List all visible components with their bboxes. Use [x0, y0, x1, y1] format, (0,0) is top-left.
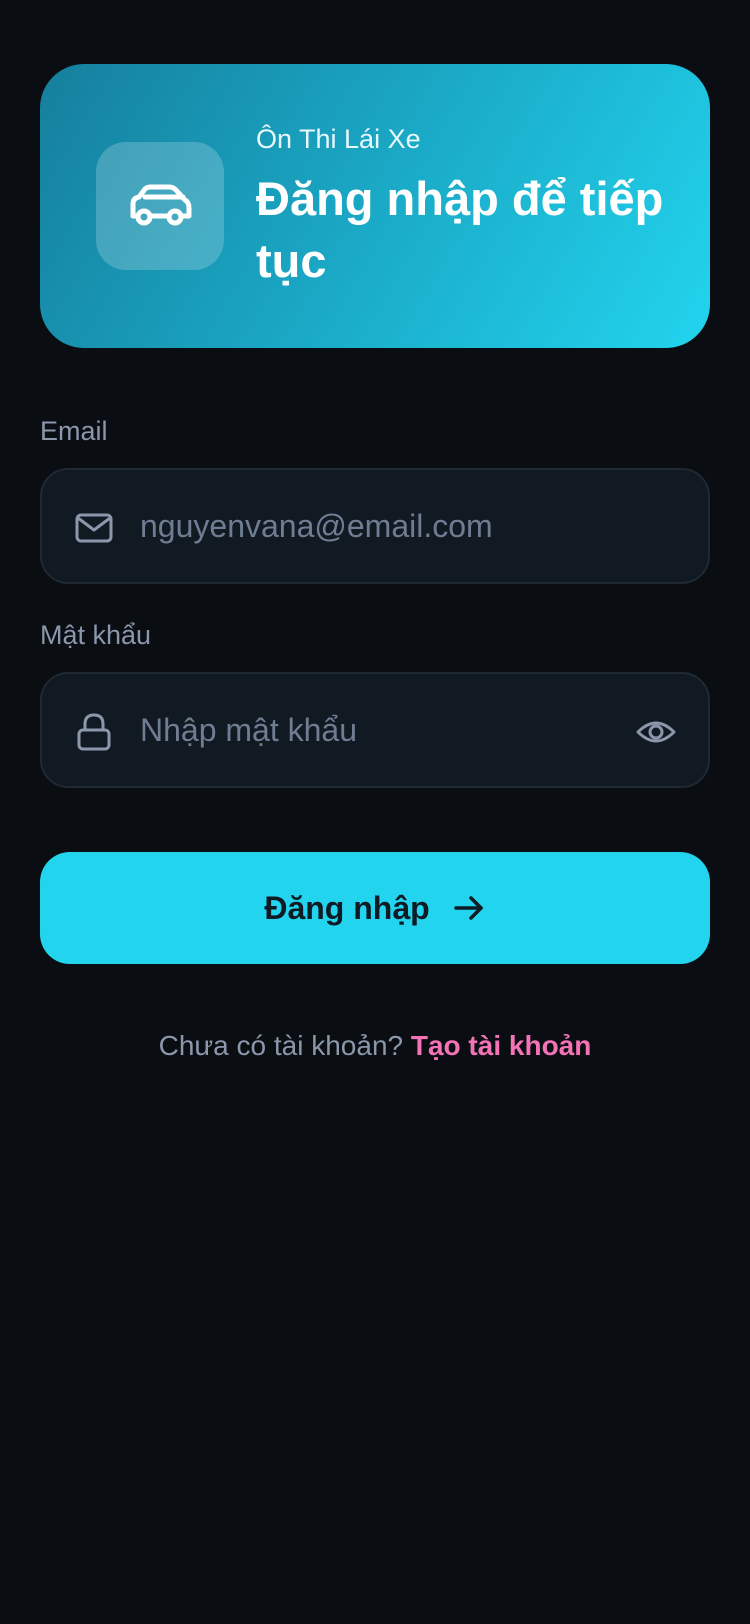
toggle-password-visibility-button[interactable] — [634, 710, 678, 754]
eye-icon — [636, 721, 676, 743]
login-button-label: Đăng nhập — [264, 889, 430, 926]
password-label: Mật khẩu — [40, 620, 152, 650]
email-label: Email — [40, 416, 108, 446]
password-field-container — [40, 672, 710, 788]
mail-icon — [75, 513, 113, 543]
email-field[interactable] — [140, 470, 620, 582]
create-account-link[interactable]: Tạo tài khoản — [411, 1030, 591, 1061]
signup-question: Chưa có tài khoản? — [158, 1030, 411, 1061]
login-screen: Ôn Thi Lái Xe Đăng nhập để tiếp tục Emai… — [0, 0, 750, 1624]
app-name: Ôn Thi Lái Xe — [256, 124, 421, 154]
lock-icon — [77, 713, 111, 751]
page-title: Đăng nhập để tiếp tục — [256, 172, 664, 287]
password-field[interactable] — [140, 674, 620, 786]
login-button[interactable]: Đăng nhập — [40, 852, 710, 964]
hero-banner: Ôn Thi Lái Xe Đăng nhập để tiếp tục — [40, 64, 710, 348]
arrow-right-icon — [453, 896, 483, 920]
signup-prompt: Chưa có tài khoản? Tạo tài khoản — [0, 1030, 750, 1062]
app-logo — [96, 142, 224, 270]
car-icon — [130, 184, 192, 226]
email-field-container — [40, 468, 710, 584]
